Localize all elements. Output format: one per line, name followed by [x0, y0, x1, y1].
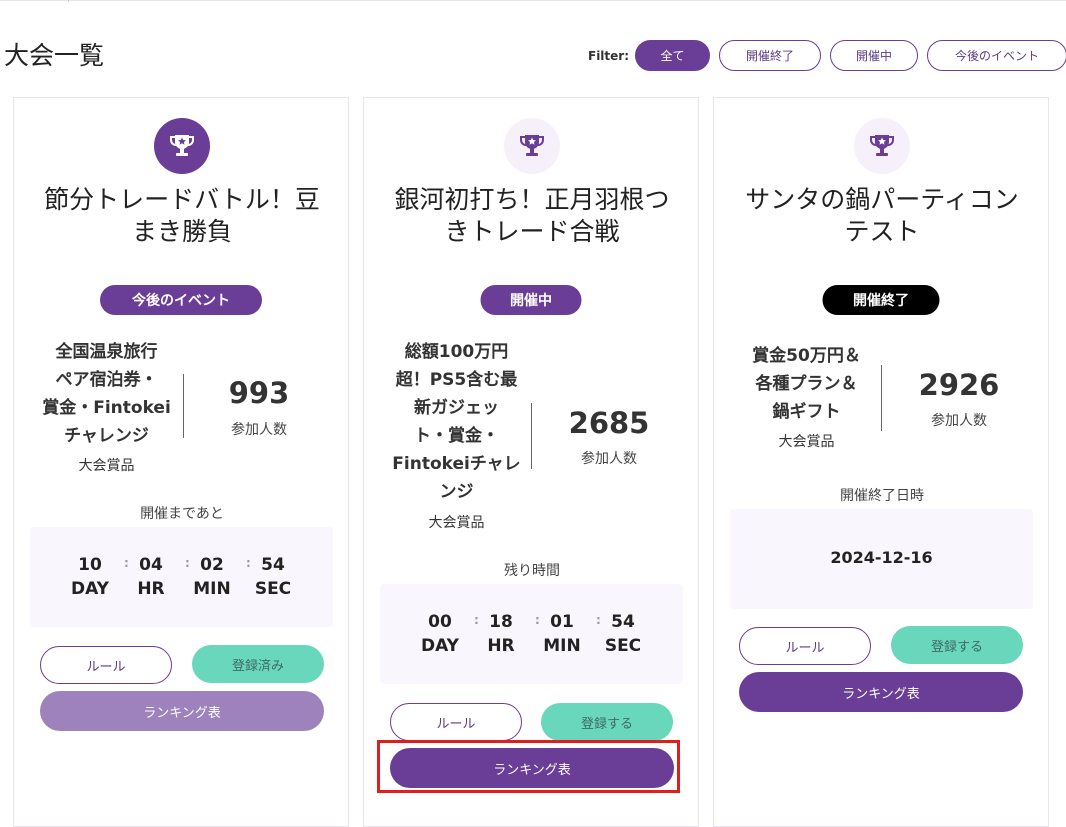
rule-button[interactable]: ルール — [739, 627, 871, 665]
prize-text: 賞金50万円＆ 各種プラン＆ 鍋ギフト — [752, 346, 861, 422]
prize-caption: 大会賞品 — [778, 434, 835, 450]
stat-divider — [183, 374, 184, 438]
register-button[interactable]: 登録する — [891, 626, 1023, 664]
end-date-label: 開催終了日時 — [840, 488, 924, 504]
filter-ended-button[interactable]: 開催終了 — [719, 40, 822, 71]
timer-label: 開催まであと — [140, 506, 224, 522]
page-title: 大会一覧 — [4, 41, 105, 70]
stat-divider — [881, 365, 882, 431]
card-title: 銀河初打ち！正月羽根つ きトレード合戦 — [394, 185, 670, 246]
card-title: サンタの鍋パーティコン テスト — [745, 185, 1019, 246]
tournament-card-new-year: 銀河初打ち！正月羽根つ きトレード合戦 開催中 総額100万円 超！PS5含む最… — [363, 97, 699, 827]
top-divider-tick — [68, 0, 69, 2]
participant-count: 2926 — [918, 368, 1000, 402]
participant-count-label: 参加人数 — [231, 422, 287, 438]
rule-button[interactable]: ルール — [390, 703, 522, 741]
participant-count-label: 参加人数 — [581, 451, 637, 467]
filter-bar: Filter: 全て 開催終了 開催中 今後のイベント — [588, 40, 1066, 71]
filter-label: Filter: — [588, 48, 630, 63]
status-badge: 開催中 — [480, 285, 582, 315]
filter-all-button[interactable]: 全て — [635, 40, 711, 71]
timer-hours: 18 HR — [487, 612, 515, 656]
registered-button[interactable]: 登録済み — [192, 645, 324, 683]
timer-minutes: 02 MIN — [193, 555, 231, 599]
ranking-button[interactable]: ランキング表 — [739, 672, 1023, 712]
prize-caption: 大会賞品 — [78, 458, 135, 474]
timer-seconds: 54 SEC — [604, 612, 642, 656]
prize-text: 全国温泉旅行 ペア宿泊券・ 賞金・Fintokei チャレンジ — [42, 342, 171, 446]
register-button[interactable]: 登録する — [541, 703, 673, 741]
card-title: 節分トレードバトル！豆 まき勝負 — [44, 185, 320, 246]
timer-days: 00 DAY — [421, 612, 459, 656]
top-divider — [0, 0, 1066, 1]
filter-ongoing-button[interactable]: 開催中 — [830, 40, 919, 71]
prize-caption: 大会賞品 — [428, 515, 485, 531]
countdown-timer: 10 DAY : 04 HR : 02 MIN : 54 SEC — [30, 527, 333, 627]
trophy-icon — [504, 118, 560, 174]
participant-count: 993 — [228, 376, 290, 410]
status-badge: 開催終了 — [822, 285, 940, 315]
timer-minutes: 01 MIN — [543, 612, 581, 656]
countdown-timer: 00 DAY : 18 HR : 01 MIN : 54 SEC — [380, 584, 683, 684]
timer-days: 10 DAY — [71, 555, 109, 599]
end-date-box: 2024-12-16 — [730, 509, 1033, 609]
prize-text: 総額100万円 超！PS5含む最 新ガジェッ ト・賞金・ Fintokeiチャレ… — [392, 342, 521, 502]
rule-button[interactable]: ルール — [40, 646, 172, 684]
timer-seconds: 54 SEC — [254, 555, 292, 599]
timer-hours: 04 HR — [137, 555, 165, 599]
tournament-card-setsubun: 節分トレードバトル！豆 まき勝負 今後のイベント 全国温泉旅行 ペア宿泊券・ 賞… — [13, 97, 349, 827]
ranking-button[interactable]: ランキング表 — [40, 691, 324, 731]
participant-count: 2685 — [568, 406, 650, 440]
trophy-icon — [154, 118, 210, 174]
end-date-value: 2024-12-16 — [830, 548, 933, 567]
participant-count-label: 参加人数 — [931, 413, 987, 429]
stat-divider — [531, 403, 532, 469]
filter-upcoming-button[interactable]: 今後のイベント — [927, 40, 1066, 71]
timer-label: 残り時間 — [504, 563, 560, 579]
trophy-icon — [854, 118, 910, 174]
status-badge: 今後のイベント — [100, 285, 262, 315]
tournament-card-santa: サンタの鍋パーティコン テスト 開催終了 賞金50万円＆ 各種プラン＆ 鍋ギフト… — [713, 97, 1049, 827]
highlight-box — [377, 740, 680, 793]
